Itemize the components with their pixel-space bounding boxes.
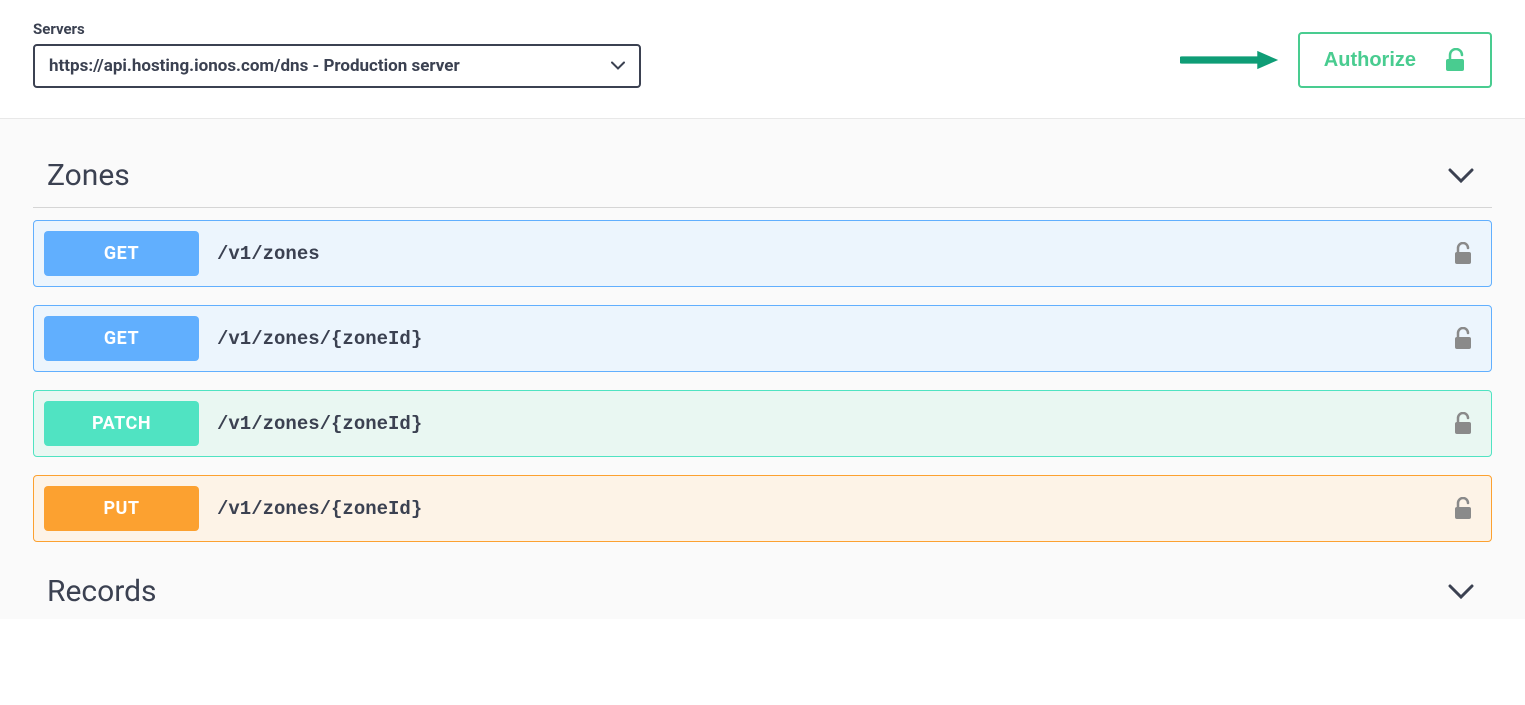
method-badge-get: GET [44,231,199,276]
server-select[interactable]: https://api.hosting.ionos.com/dns - Prod… [33,44,641,88]
section-zones-header[interactable]: Zones [33,144,1492,208]
unlock-icon [1453,497,1473,521]
op-get-zones[interactable]: GET /v1/zones [33,220,1492,287]
op-path: /v1/zones/{zoneId} [217,413,422,435]
server-selected-value: https://api.hosting.ionos.com/dns - Prod… [49,56,460,76]
op-path: /v1/zones [217,243,320,265]
arrow-right-icon [1180,50,1280,70]
op-put-zone-by-id[interactable]: PUT /v1/zones/{zoneId} [33,475,1492,542]
op-get-zone-by-id[interactable]: GET /v1/zones/{zoneId} [33,305,1492,372]
section-records-title: Records [47,574,157,609]
unlock-icon [1453,412,1473,436]
method-badge-put: PUT [44,486,199,531]
chevron-down-icon [1448,168,1474,184]
section-zones-title: Zones [47,158,130,193]
op-path: /v1/zones/{zoneId} [217,328,422,350]
servers-block: Servers https://api.hosting.ionos.com/dn… [33,20,641,88]
section-records-header[interactable]: Records [33,560,1492,609]
header-bar: Servers https://api.hosting.ionos.com/dn… [0,0,1525,119]
content: Zones GET /v1/zones GET /v1/zones/{zoneI… [0,119,1525,619]
op-patch-zone-by-id[interactable]: PATCH /v1/zones/{zoneId} [33,390,1492,457]
method-badge-patch: PATCH [44,401,199,446]
authorize-label: Authorize [1324,49,1416,72]
method-badge-get: GET [44,316,199,361]
chevron-down-icon [1448,584,1474,600]
servers-label: Servers [33,20,641,38]
authorize-button[interactable]: Authorize [1298,32,1492,88]
unlock-icon [1453,327,1473,351]
unlock-icon [1444,48,1466,72]
op-path: /v1/zones/{zoneId} [217,498,422,520]
header-right: Authorize [1180,32,1492,88]
unlock-icon [1453,242,1473,266]
chevron-down-icon [611,62,625,71]
